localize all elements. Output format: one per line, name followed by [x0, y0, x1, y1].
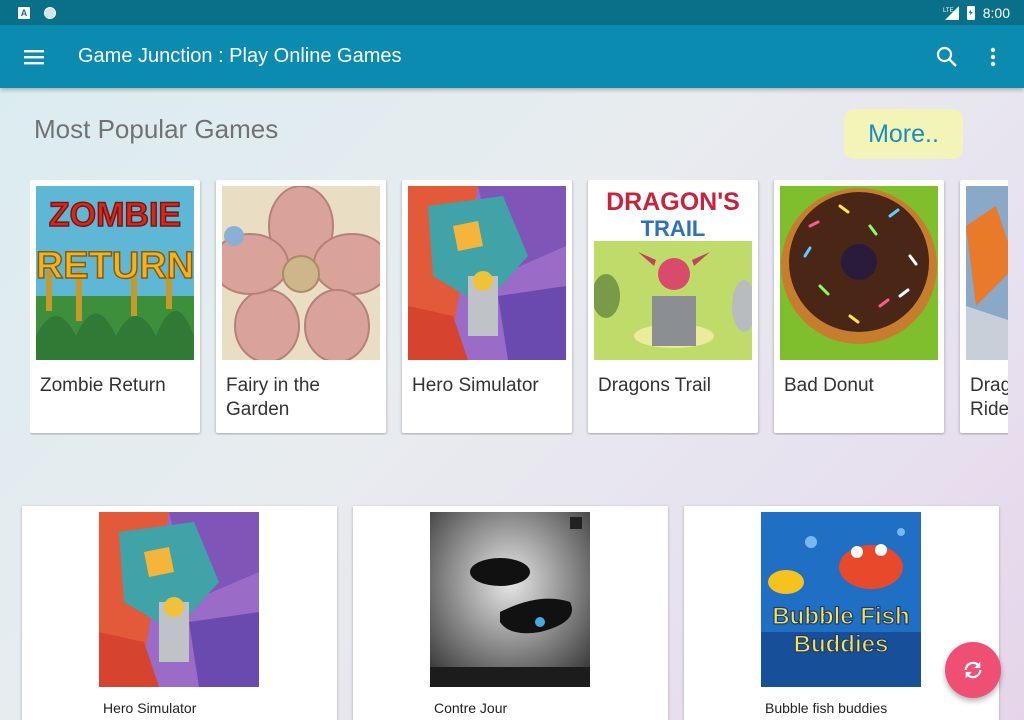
- refresh-icon: [964, 661, 982, 679]
- thumbnail-text: DRAGON'S: [606, 188, 740, 216]
- status-bar-left: A: [18, 6, 56, 19]
- section-title: Most Popular Games: [34, 114, 279, 144]
- grid-card-contre-jour[interactable]: Contre Jour: [353, 506, 668, 720]
- refresh-button[interactable]: [945, 642, 1001, 698]
- game-title: Dragons Trail: [598, 375, 711, 396]
- game-card-dragons-trail[interactable]: DRAGON'S TRAIL Dragons Trail: [588, 180, 758, 433]
- thumbnail-text: Bubble Fish: [772, 603, 909, 630]
- game-card-fairy-in-the-garden[interactable]: Fairy in the Garden: [216, 180, 386, 433]
- app-bar: Game Junction : Play Online Games: [0, 25, 1024, 88]
- game-title: Bubble fish buddies: [765, 700, 888, 716]
- game-title: Bad Donut: [784, 375, 874, 396]
- game-thumbnail: [408, 186, 566, 360]
- game-title: Drag Ride: [970, 375, 1008, 420]
- popular-games-row[interactable]: ZOMBIE RETURN Zombie Return Fairy in the…: [30, 180, 1008, 435]
- app-title: Game Junction : Play Online Games: [78, 45, 402, 67]
- status-time: 8:00: [982, 4, 1010, 21]
- game-thumbnail: ZOMBIE RETURN: [36, 186, 194, 360]
- game-title: Hero Simulator: [103, 700, 197, 716]
- game-thumbnail: [430, 512, 590, 687]
- game-thumbnail: [966, 186, 1008, 360]
- game-thumbnail: [780, 186, 938, 360]
- thumbnail-text: Buddies: [794, 631, 889, 658]
- game-title: Zombie Return: [40, 375, 166, 396]
- game-thumbnail: [99, 512, 259, 687]
- thumbnail-text: TRAIL: [641, 216, 706, 241]
- search-icon: [936, 46, 957, 67]
- status-bar: A LTE 8:00: [0, 0, 1024, 25]
- thumbnail-text: RETURN: [36, 245, 194, 287]
- signal-icon: LTE: [943, 5, 959, 20]
- game-card-dragon-rider[interactable]: Drag Ride: [960, 180, 1008, 433]
- search-button[interactable]: [924, 25, 970, 88]
- game-card-zombie-return[interactable]: ZOMBIE RETURN Zombie Return: [30, 180, 200, 433]
- more-button[interactable]: More..: [844, 109, 963, 159]
- game-card-hero-simulator[interactable]: Hero Simulator: [402, 180, 572, 433]
- status-bar-right: LTE 8:00: [943, 5, 1010, 21]
- game-title: Contre Jour: [434, 700, 508, 716]
- thumbnail-text: ZOMBIE: [49, 196, 181, 234]
- game-thumbnail: DRAGON'S TRAIL: [594, 186, 752, 360]
- more-vert-icon: [990, 47, 996, 66]
- game-thumbnail: [222, 186, 380, 360]
- menu-button[interactable]: [0, 25, 68, 88]
- hamburger-menu-icon: [24, 49, 44, 64]
- app-notification-icon: A: [18, 6, 30, 19]
- game-title: Fairy in the Garden: [226, 375, 320, 420]
- grid-card-hero-simulator[interactable]: Hero Simulator: [22, 506, 337, 720]
- game-title: Hero Simulator: [412, 375, 539, 396]
- overflow-menu-button[interactable]: [970, 25, 1016, 88]
- game-thumbnail: Bubble Fish Buddies: [761, 512, 921, 687]
- sync-notification-icon: [44, 6, 56, 19]
- game-card-bad-donut[interactable]: Bad Donut: [774, 180, 944, 433]
- battery-icon: [966, 5, 975, 20]
